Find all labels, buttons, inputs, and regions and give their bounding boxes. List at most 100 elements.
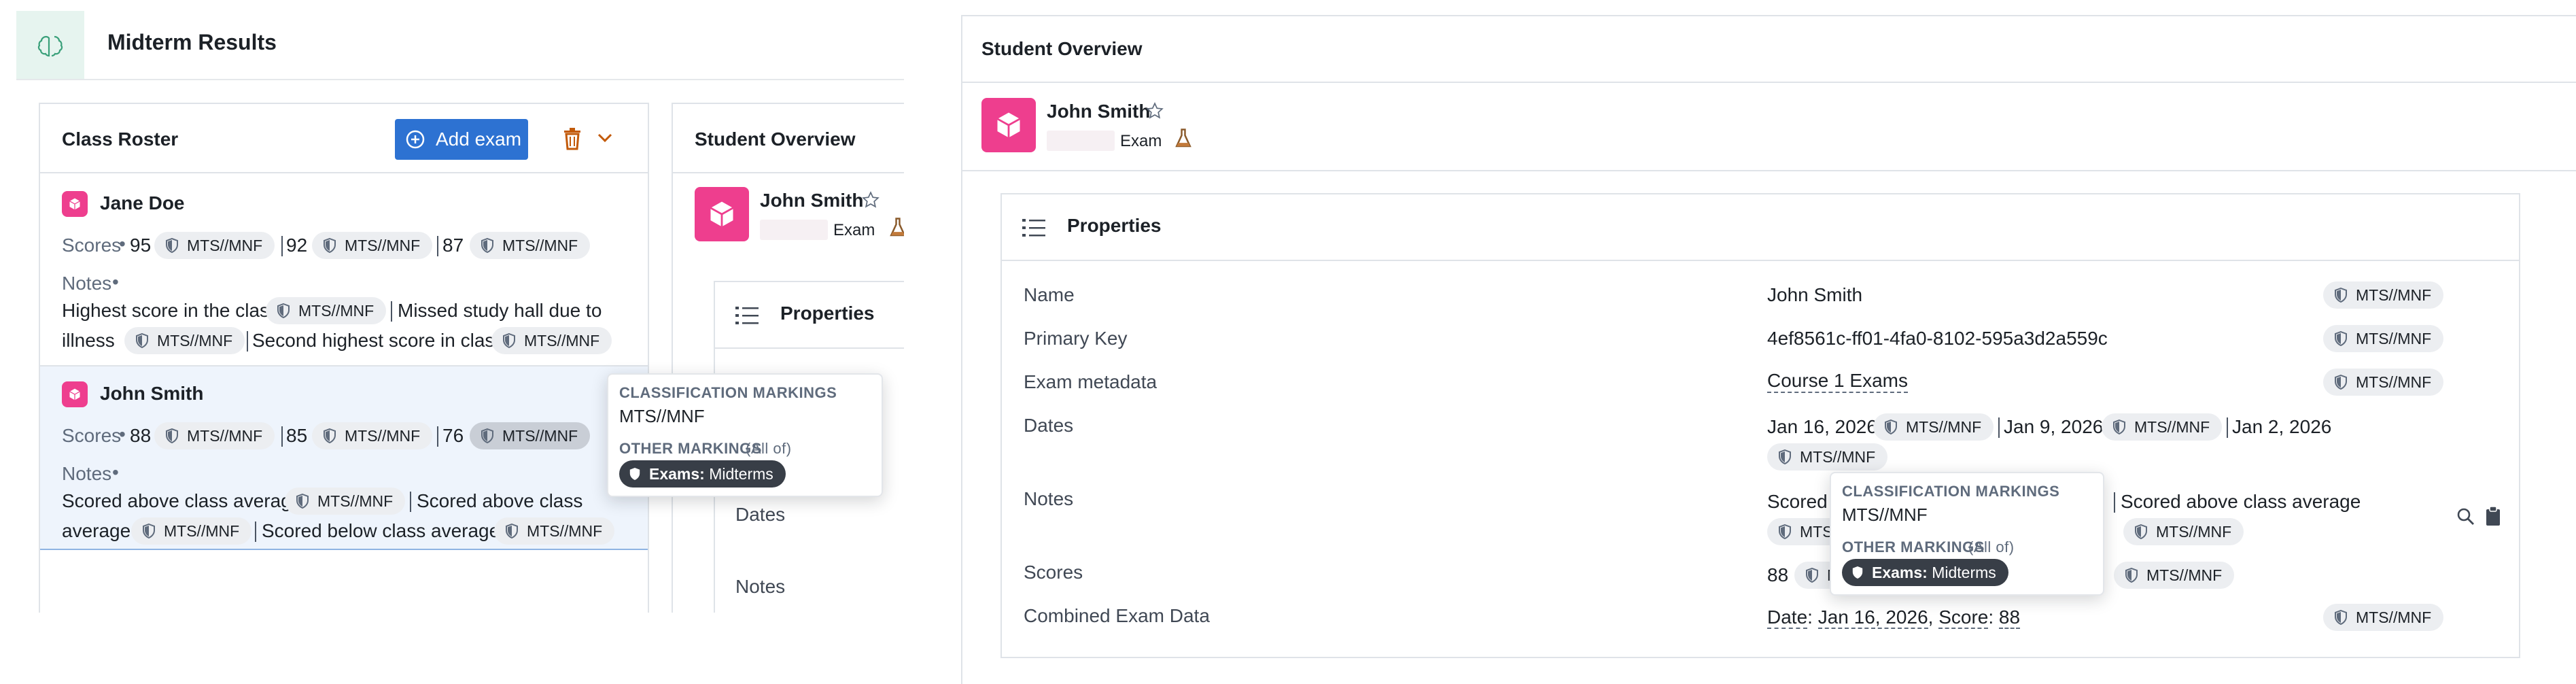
tooltip-qualifier: (All of) [1968,538,2015,555]
date-value[interactable]: Jan 16, 2026 [1817,606,1928,629]
shield-icon [1778,449,1792,464]
security-tag-hovered[interactable]: MTS//MNF [470,422,591,449]
shield-icon [277,303,290,318]
marking-pill: Exams: Midterms [1842,559,2008,586]
overview-header-divider [961,82,2576,83]
star-icon[interactable] [1146,102,1164,120]
note-text: Second highest score in class [252,330,504,351]
security-tag[interactable]: MTS//MNF [2123,518,2244,545]
score-value[interactable]: 88 [1998,606,2021,629]
security-tag[interactable]: MTS//MNF [154,422,275,449]
separator [281,236,283,256]
clipboard-icon[interactable] [2485,506,2501,526]
separator [2114,492,2115,513]
overview-title: Student Overview [981,38,1143,59]
property-value: 4ef8561c-ff01-4fa0-8102-595a3d2a559c [1767,328,2108,349]
separator [437,426,438,447]
date-value: Jan 16, 2026 [1767,416,1877,437]
security-tag[interactable]: MTS//MNF [154,232,275,259]
security-tag[interactable]: MTS//MNF [2114,562,2235,589]
trash-icon[interactable] [563,127,582,150]
object-type: Exam [833,221,875,239]
star-icon[interactable] [862,191,880,209]
properties-divider [1002,260,2519,261]
separator [247,331,248,352]
tooltip-heading: OTHER MARKINGS [1842,538,1985,555]
shield-icon [1884,420,1898,434]
shield-icon [2334,375,2348,390]
security-tag[interactable]: MTS//MNF [131,517,252,545]
separator [2227,417,2228,438]
add-exam-label: Add exam [436,129,522,150]
shield-icon [1778,524,1792,539]
student-name: Jane Doe [100,192,185,213]
security-tag[interactable]: MTS//MNF [2323,325,2444,352]
properties-divider [715,347,904,349]
security-tag[interactable]: MTS//MNF [1767,443,1888,471]
note-text: average [62,520,131,541]
object-icon [695,187,749,241]
tooltip-heading: OTHER MARKINGS [619,440,762,457]
class-roster-panel: Class Roster Add exam Jane Doe Scores • … [39,103,649,613]
app-icon [62,191,88,217]
app-logo[interactable] [16,11,84,79]
bullet: • [112,462,119,483]
tooltip-qualifier: (All of) [746,440,792,457]
security-tag[interactable]: MTS//MNF [470,232,591,259]
combined-exam-data-value[interactable]: Date: Jan 16, 2026, Score: 88 [1767,605,2021,630]
shield-icon [165,428,179,443]
security-tag[interactable]: MTS//MNF [494,517,615,545]
cube-icon [994,110,1024,140]
shield-icon [2112,420,2126,434]
property-value: John Smith [1767,284,1863,305]
search-icon[interactable] [2456,507,2475,526]
pane-divider [961,16,962,684]
chevron-down-icon[interactable] [597,133,612,143]
exam-metadata-link[interactable]: Course 1 Exams [1767,370,1908,393]
security-tag[interactable]: MTS//MNF [124,327,245,354]
add-exam-button[interactable]: Add exam [395,119,528,160]
security-tag[interactable]: MTS//MNF [266,297,387,324]
security-tag[interactable]: MTS//MNF [491,327,612,354]
date-value: Jan 9, 2026 [2004,416,2104,437]
shield-icon [502,333,516,348]
app-title: Midterm Results [107,30,277,54]
property-label: Scores [1024,562,1083,583]
list-item[interactable]: Jane Doe Scores • 95 MTS//MNF 92 MTS//MN… [40,173,648,364]
overview-header-divider [673,172,904,173]
note-text: Scored above class average [2121,491,2361,512]
scores-label: Scores [62,425,122,446]
security-tag[interactable]: MTS//MNF [312,232,433,259]
separator [391,301,392,322]
separator [410,492,411,512]
section-divider [961,170,2576,171]
security-tag[interactable]: MTS//MNF [2323,369,2444,396]
marking-pill: Exams: Midterms [619,460,786,488]
shield-icon [481,238,494,253]
brain-icon [37,35,63,57]
shield-icon [2134,524,2148,539]
app-header: Midterm Results [16,0,904,80]
score-value: 85 [286,425,308,446]
separator [437,236,438,256]
shield-icon [505,524,519,538]
security-tag[interactable]: MTS//MNF [285,488,406,515]
shield-icon [135,333,149,348]
security-tag[interactable]: MTS//MNF [312,422,433,449]
date-key[interactable]: Date [1767,606,1808,629]
redacted-field [1047,131,1115,151]
score-key[interactable]: Score [1938,606,1989,629]
security-tag[interactable]: MTS//MNF [1873,413,1994,441]
classification-tooltip: CLASSIFICATION MARKINGS MTS//MNF OTHER M… [1830,472,2104,596]
security-tag[interactable]: MTS//MNF [2102,413,2223,441]
note-text: Scored above class average [62,490,302,511]
list-item-selected[interactable]: John Smith Scores • 88 MTS//MNF 85 MTS//… [40,365,648,550]
tooltip-heading: CLASSIFICATION MARKINGS [619,384,837,401]
shield-icon [2334,288,2348,303]
score-value: 95 [130,235,152,256]
security-tag[interactable]: MTS//MNF [2323,281,2444,309]
student-name: John Smith [100,383,204,404]
property-label: Combined Exam Data [1024,605,1210,626]
roster-title: Class Roster [62,129,179,150]
security-tag[interactable]: MTS//MNF [2323,604,2444,631]
